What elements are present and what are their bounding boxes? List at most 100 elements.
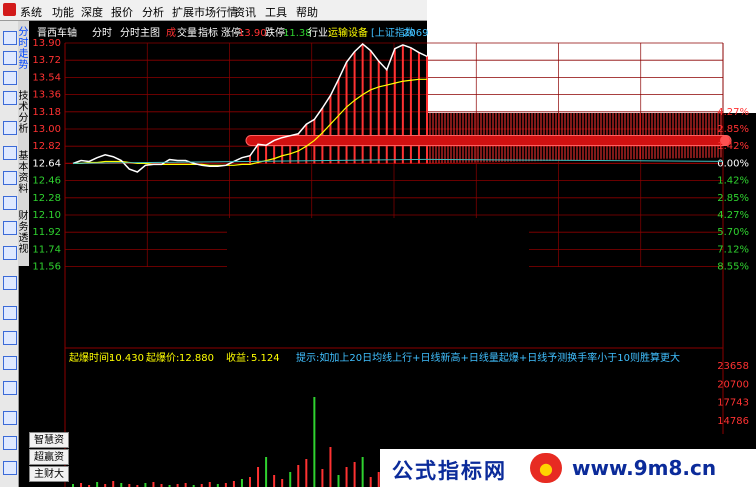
super-fund-button[interactable]: 超赢资金 [29, 449, 69, 479]
tool-4-icon[interactable] [3, 91, 17, 105]
price-tick: 12.10 [32, 210, 61, 221]
menu-system[interactable]: 系统 [20, 4, 42, 20]
volume-bar [329, 447, 332, 487]
volume-label[interactable]: 交量 [177, 26, 197, 39]
industry-value[interactable]: 运输设备 [328, 26, 368, 39]
red-signal-bars [245, 43, 732, 164]
volume-bar [208, 482, 211, 487]
price-tick: 13.18 [32, 107, 61, 118]
smart-fund-button[interactable]: 智慧资金 [29, 432, 69, 462]
volume-bar [249, 477, 251, 487]
price-tick: 13.36 [32, 90, 61, 101]
volume-tick: 14786 [717, 416, 749, 427]
volume-label-cheng[interactable]: 成 [166, 27, 176, 39]
percent-tick: 4.27% [717, 210, 749, 221]
percent-tick: 1.42% [717, 176, 749, 187]
menu-extended-market[interactable]: 扩展市场行情 [172, 4, 238, 20]
volume-bar [353, 462, 356, 487]
menu-tools[interactable]: 工具 [265, 4, 287, 20]
menu-depth[interactable]: 深度 [81, 4, 103, 20]
volume-bar [257, 467, 260, 487]
tool-7-icon[interactable] [3, 171, 17, 185]
menu-help[interactable]: 帮助 [296, 4, 318, 20]
percent-tick: 2.85% [717, 193, 749, 204]
watermark-logo-icon: ● [530, 453, 562, 483]
volume-bar [345, 467, 348, 487]
volume-bar [112, 481, 115, 487]
tool-9-icon[interactable] [3, 221, 17, 235]
price-tick: 13.72 [32, 55, 61, 66]
tab-intraday[interactable]: 分时走势 [18, 27, 29, 71]
volume-bar [361, 457, 364, 487]
percent-tick: 2.85% [717, 124, 749, 135]
gain-label: 收益: [226, 351, 249, 364]
volume-bar [265, 457, 268, 487]
tab-financial[interactable]: 财务透视 [18, 211, 29, 255]
tool-6-icon[interactable] [3, 146, 17, 160]
price-tick: 12.82 [32, 141, 61, 152]
watermark-banner: 公式指标网 ● www.9m8.cn [380, 449, 756, 487]
tool-16-icon[interactable] [3, 411, 17, 425]
left-toolbar [0, 21, 19, 487]
volume-bar [96, 482, 99, 487]
percent-axis: 4.27% 2.85% 1.42% 0.00% 1.42% 2.85% 4.27% 5.70%… [717, 107, 749, 273]
gain-value: 5.124 [251, 353, 280, 364]
price-axis: 13.90 13.72 13.54 13.36 13.18 13.00 12.82 12.64… [32, 38, 61, 273]
tab-profile[interactable]: 基本资料 [18, 151, 29, 195]
volume-tick: 20700 [717, 379, 749, 390]
volume-bar [80, 483, 83, 487]
trigger-time-label: 起爆时间: [69, 351, 112, 364]
percent-tick: 4.27% [717, 107, 749, 118]
menu-function[interactable]: 功能 [52, 4, 74, 20]
tool-10-icon[interactable] [3, 246, 17, 260]
tool-15-icon[interactable] [3, 381, 17, 395]
volume-tick: 23658 [717, 361, 749, 372]
volume-bar [321, 469, 324, 487]
mode-label[interactable]: 分时 [92, 27, 112, 39]
trigger-price-label: 起爆价: [146, 352, 179, 364]
volume-bar [184, 483, 187, 487]
vertical-tabs: 分时走势 技术分析 基本资料 财务透视 [18, 21, 29, 266]
tool-3-icon[interactable] [3, 71, 17, 85]
trading-window: 系统 功能 深度 报价 分析 扩展市场行情 资讯 工具 帮助 分时走势 技术分析… [0, 0, 756, 487]
tool-12-icon[interactable] [3, 306, 17, 320]
percent-tick: 7.12% [717, 244, 749, 255]
index-value: 2069 [403, 28, 428, 39]
volume-bar [232, 481, 235, 487]
tool-17-icon[interactable] [3, 436, 17, 450]
volume-bar [224, 483, 227, 487]
volume-bar [289, 472, 292, 487]
tool-5-icon[interactable] [3, 121, 17, 135]
volume-bar [369, 477, 372, 487]
menu-quote[interactable]: 报价 [111, 4, 133, 20]
tool-2-icon[interactable] [3, 51, 17, 65]
market-fund-button[interactable]: 主财大盘 [29, 466, 69, 487]
price-tick: 11.92 [32, 227, 61, 238]
indicator-label[interactable]: 指标 [198, 26, 218, 39]
percent-tick: 5.70% [717, 227, 749, 238]
app-logo-icon [3, 3, 16, 16]
price-tick: 13.90 [32, 38, 61, 49]
menu-news[interactable]: 资讯 [234, 4, 256, 20]
main-chart-label[interactable]: 分时主图 [120, 27, 160, 39]
price-tick: 11.74 [32, 244, 61, 255]
volume-bar [281, 479, 284, 487]
tab-technical[interactable]: 技术分析 [18, 91, 29, 135]
tool-8-icon[interactable] [3, 196, 17, 210]
tool-14-icon[interactable] [3, 356, 17, 370]
tool-1-icon[interactable] [3, 31, 17, 45]
tool-13-icon[interactable] [3, 331, 17, 345]
percent-tick: 0.00% [717, 158, 749, 169]
percent-tick: 8.55% [717, 262, 749, 273]
tool-18-icon[interactable] [3, 461, 17, 475]
tool-11-icon[interactable] [3, 276, 17, 290]
volume-bars [72, 397, 428, 487]
price-line [72, 42, 428, 173]
trigger-price-value: 12.880 [179, 353, 214, 364]
menu-bar: 系统 功能 深度 报价 分析 扩展市场行情 资讯 工具 帮助 [0, 0, 427, 21]
volume-bar [144, 483, 147, 487]
price-tick: 12.28 [32, 193, 61, 204]
menu-analysis[interactable]: 分析 [142, 4, 164, 20]
volume-tick: 17743 [717, 398, 749, 409]
price-tick: 12.64 [32, 158, 61, 169]
